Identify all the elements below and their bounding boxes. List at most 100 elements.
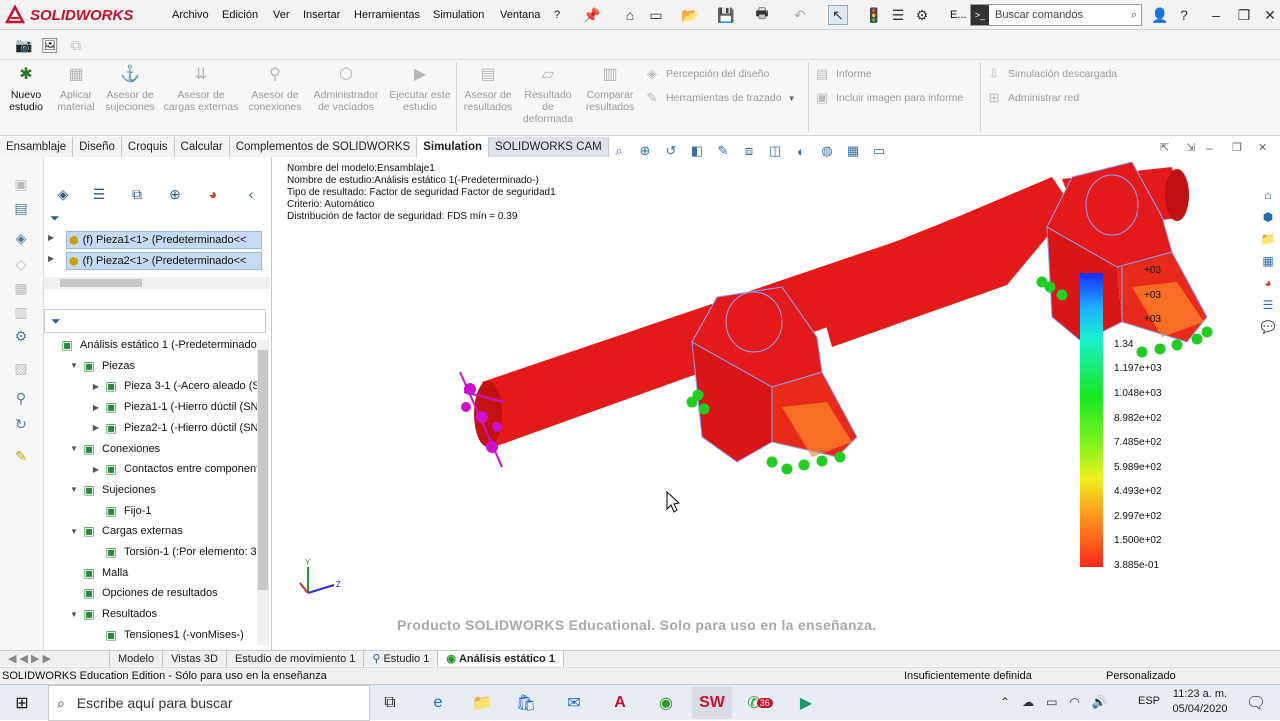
chrome-icon[interactable]: ◉ (646, 687, 686, 719)
float-pane-icon[interactable]: ⇱ (1160, 141, 1169, 154)
tree-item[interactable]: ▣ Opciones de resultados (68, 583, 217, 603)
strip-icon-3[interactable]: ◈ (6, 227, 36, 249)
print-icon[interactable]: 🖶 (752, 5, 772, 25)
open-icon[interactable]: 📂 (680, 5, 700, 25)
search-icon[interactable]: ⌕ (1131, 9, 1137, 22)
tab-solidworks-cam[interactable]: SOLIDWORKS CAM (489, 137, 609, 157)
windows-start-icon[interactable]: ⊞ (2, 687, 42, 719)
tree-twisty-icon[interactable]: ▶ (90, 403, 102, 412)
tree-item[interactable]: ▼ ▣ Piezas (68, 356, 135, 376)
snapshot-icon[interactable]: 🖼 (40, 35, 60, 55)
select-cursor-icon[interactable]: ↖ (828, 5, 848, 25)
tree-item[interactable]: ▣ Malla (68, 563, 128, 583)
expand-icon[interactable]: ▶ (48, 254, 54, 263)
filter-icon[interactable]: ⏷ (50, 211, 60, 226)
tray-chevron-icon[interactable]: ⌃ (1000, 695, 1010, 709)
tree-twisty-icon[interactable]: ▼ (68, 527, 80, 536)
traffic-light-icon[interactable]: 🚦 (864, 5, 884, 25)
new-study-button[interactable]: ✱ Nuevo estudio (2, 64, 50, 114)
tree-item[interactable]: ▶ ▣ Contactos entre componente (90, 459, 258, 479)
tree-twisty-icon[interactable]: ▼ (68, 485, 80, 494)
simulation-filter-bar[interactable]: ⏷ (44, 309, 266, 333)
acrobat-icon[interactable]: A (600, 687, 640, 719)
tree-twisty-icon[interactable]: ▶ (90, 465, 102, 474)
strip-icon-2[interactable]: ▤ (6, 197, 36, 219)
manage-network-button[interactable]: ⊞ Administrar red (986, 90, 1080, 106)
strip-icon-1[interactable]: ▣ (6, 173, 36, 195)
file-explorer-icon[interactable]: 📁 (462, 687, 502, 719)
onedrive-icon[interactable]: ☁ (1022, 695, 1034, 709)
view-palette-icon[interactable]: ▦ (1258, 251, 1278, 271)
scrollbar-thumb[interactable] (258, 350, 268, 590)
compare-results-button[interactable]: ▥ Comparar resultados (580, 64, 640, 114)
copy-icon[interactable]: ⧉ (66, 35, 86, 55)
tree-item[interactable]: ▶ ▣ Pieza2-1 (-Hierro dúctil (SN)-) (90, 418, 258, 438)
graphics-area[interactable]: Nombre del modelo:Ensamblaje1 Nombre de … (272, 141, 1280, 652)
mail-icon[interactable]: ✉ (554, 687, 594, 719)
pane-minimize-icon[interactable]: – (1206, 141, 1213, 155)
tab-navigation-arrows-icon[interactable]: ◀ ◀ ▶ ▶ (0, 650, 110, 667)
camera-icon[interactable]: 📷 (14, 35, 34, 55)
close-window-icon[interactable]: ✕ (1260, 5, 1280, 25)
pane-restore-icon[interactable]: ❐ (1232, 141, 1242, 154)
pin-icon[interactable]: 📌 (582, 5, 602, 25)
solidworks-logo[interactable]: SOLIDWORKS (4, 2, 146, 28)
strip-icon-11[interactable]: ✎ (6, 445, 36, 467)
design-insight-button[interactable]: ◈ Percepción del diseño (644, 66, 769, 82)
custom-properties-icon[interactable]: ☰ (1258, 295, 1278, 315)
expand-icon[interactable]: ▶ (48, 233, 54, 242)
clock[interactable]: 11:23 a. m. 05/04/2020 (1168, 687, 1232, 717)
file-properties-icon[interactable]: ☰ (888, 5, 908, 25)
tree-twisty-icon[interactable]: ▼ (68, 610, 80, 619)
tab-modelo[interactable]: Modelo (110, 650, 164, 667)
tree-item[interactable]: ▣ Análisis estático 1 (-Predeterminado-) (46, 335, 258, 355)
tab-vistas-3d[interactable]: Vistas 3D (163, 650, 227, 667)
menu-edicion[interactable]: Edición (222, 0, 258, 30)
menu-herramientas[interactable]: Herramientas (354, 0, 420, 30)
design-library-icon[interactable]: ⬢ (1258, 207, 1278, 227)
undo-icon[interactable]: ↶ (790, 5, 810, 25)
app-icon[interactable]: ▶ (786, 687, 826, 719)
tab-calcular[interactable]: Calcular (174, 137, 230, 157)
strip-icon-4[interactable]: ◇ (6, 253, 36, 275)
tab-croquis[interactable]: Croquis (121, 137, 175, 157)
tree-twisty-icon[interactable]: ▼ (68, 444, 80, 453)
plot-tools-button[interactable]: ✎ Herramientas de trazado ▼ (644, 90, 796, 106)
scrollbar-thumb[interactable] (60, 279, 142, 287)
user-icon[interactable]: 👤 (1150, 5, 1170, 25)
strip-icon-8[interactable]: ▨ (6, 357, 36, 379)
tab-complementos[interactable]: Complementos de SOLIDWORKS (229, 137, 418, 157)
tree-item[interactable]: ▼ ▣ Resultados (68, 604, 157, 624)
apply-material-button[interactable]: ▦ Aplicar material (54, 64, 98, 114)
tree-item[interactable]: ▶ ▣ Pieza1-1 (-Hierro dúctil (SN)-) (90, 397, 258, 417)
forum-icon[interactable]: 💬 (1258, 317, 1278, 337)
network-icon[interactable]: ▭ (1046, 695, 1057, 709)
tree-twisty-icon[interactable]: ▶ (90, 382, 102, 391)
tree-item[interactable]: ▣ Tensiones1 (-vonMises-) (90, 625, 244, 645)
edge-icon[interactable]: e (418, 687, 458, 719)
task-view-icon[interactable]: ⧉ (370, 687, 410, 719)
new-document-icon[interactable]: ▭ (646, 5, 666, 25)
property-manager-tab-icon[interactable]: ☰ (84, 183, 114, 205)
tree-item[interactable]: ▣ Fijo-1 (90, 501, 151, 521)
wifi-icon[interactable]: ◠ (1069, 695, 1079, 709)
deformed-result-button[interactable]: ▱ Resultado de deformada (520, 64, 576, 126)
taskbar-search[interactable]: ⌕ Escribe aquí para buscar (48, 685, 370, 721)
include-image-button[interactable]: ▣ Incluir imagen para informe (814, 90, 963, 106)
offloaded-simulation-button[interactable]: ⇩ Simulación descargada (986, 66, 1118, 82)
tab-diseno[interactable]: Diseño (73, 137, 122, 157)
feature-tree-tab-icon[interactable]: ◈ (48, 183, 78, 205)
tree-item-pieza1[interactable]: ⬢ (f) Pieza1<1> (Predeterminado<< (66, 231, 262, 249)
pane-close-icon[interactable]: ✕ (1258, 141, 1267, 154)
options-gear-icon[interactable]: ⚙ (912, 5, 932, 25)
notifications-icon[interactable]: 🗨 (1236, 687, 1276, 719)
store-icon[interactable]: 🛍 (506, 687, 546, 719)
tab-analisis-estatico[interactable]: ◉ Análisis estático 1 (438, 650, 564, 667)
tree-item-pieza2[interactable]: ⬢ (f) Pieza2<1> (Predeterminado<< (66, 252, 262, 270)
help-icon[interactable]: ? (1174, 5, 1194, 25)
strip-icon-5[interactable]: ▦ (6, 277, 36, 299)
expand-pane-icon[interactable]: ⇲ (1186, 141, 1195, 154)
tree-item[interactable]: ▼ ▣ Sujeciones (68, 480, 156, 500)
report-button[interactable]: ▤ Informe (814, 66, 872, 82)
appearances-icon[interactable]: ◕ (1258, 273, 1278, 293)
